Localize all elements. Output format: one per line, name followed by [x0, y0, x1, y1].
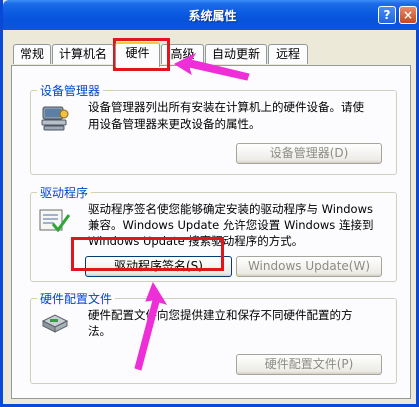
system-properties-window: 系统属性 ? × 常规 计算机名 硬件 高级 自动更新 远程 设备管理器 设备管…	[0, 0, 419, 407]
tab-hardware[interactable]: 硬件	[115, 42, 160, 67]
tab-general[interactable]: 常规	[13, 44, 51, 64]
hardware-profiles-group-title: 硬件配置文件	[37, 290, 116, 307]
hardware-profiles-group: 硬件配置文件 硬件配置文件向您提供建立和保存不同硬件配置的方 法。 硬件配置文件…	[30, 290, 397, 384]
help-button[interactable]: ?	[378, 6, 396, 24]
hardware-tab-panel: 设备管理器 设备管理器列出所有安装在计算机上的硬件设备。请使 用设备管理器来更改…	[11, 65, 411, 399]
hardware-profiles-description-line1: 硬件配置文件向您提供建立和保存不同硬件配置的方	[88, 308, 353, 322]
tab-remote[interactable]: 远程	[268, 44, 308, 64]
hardware-profiles-icon	[41, 314, 69, 333]
device-manager-button[interactable]: 设备管理器(D)	[236, 143, 382, 164]
window-title: 系统属性	[188, 9, 237, 23]
driver-signing-icon	[39, 209, 71, 233]
device-manager-icon	[41, 106, 69, 131]
windows-update-button[interactable]: Windows Update(W)	[236, 256, 382, 277]
device-manager-group-title: 设备管理器	[37, 82, 104, 99]
title-bar[interactable]: 系统属性 ? ×	[3, 0, 419, 30]
close-button[interactable]: ×	[399, 6, 417, 24]
tab-automatic-updates[interactable]: 自动更新	[205, 44, 267, 64]
hardware-profiles-button[interactable]: 硬件配置文件(P)	[236, 354, 382, 375]
device-manager-description-line1: 设备管理器列出所有安装在计算机上的硬件设备。请使	[88, 100, 364, 114]
device-manager-group: 设备管理器 设备管理器列出所有安装在计算机上的硬件设备。请使 用设备管理器来更改…	[30, 82, 397, 175]
device-manager-description-line2: 用设备管理器来更改设备的属性。	[88, 117, 261, 131]
hardware-profiles-description-line2: 法。	[88, 324, 111, 338]
drivers-group-title: 驱动程序	[37, 184, 92, 201]
driver-signing-highlight	[71, 237, 224, 271]
drivers-description-line1: 驱动程序签名使您能够确定安装的驱动程序与 Windows	[88, 202, 373, 216]
drivers-description-line2: 兼容。Windows Update 允许您设置 Windows 连接到	[88, 218, 374, 232]
tab-computer-name[interactable]: 计算机名	[52, 44, 114, 64]
